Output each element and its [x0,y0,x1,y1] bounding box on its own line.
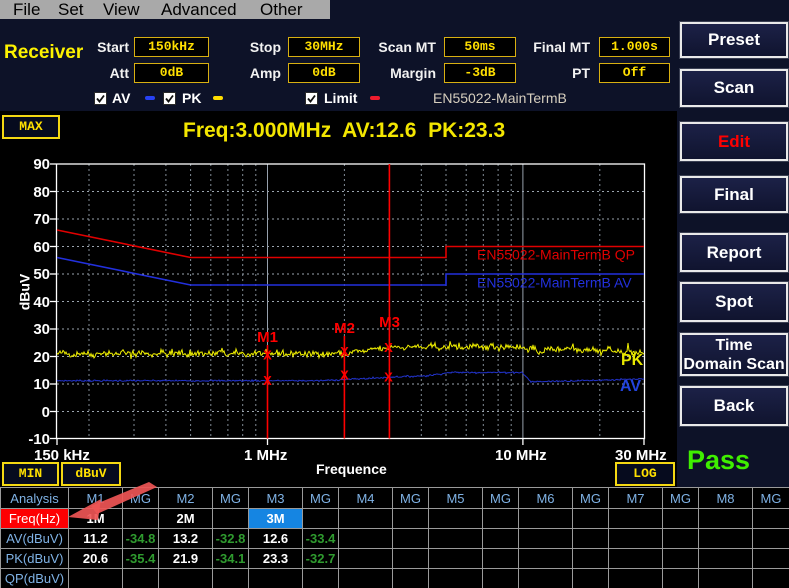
svg-text:X: X [340,368,349,383]
svg-text:EN55022-MainTermB QP: EN55022-MainTermB QP [477,247,635,263]
svg-text:X: X [263,373,272,388]
svg-text:X: X [340,344,349,359]
svg-text:M2: M2 [334,320,355,337]
svg-text:AV: AV [620,378,641,395]
svg-text:X: X [263,347,272,362]
svg-text:X: X [384,369,393,384]
svg-text:PK: PK [621,352,644,369]
svg-text:X: X [384,340,393,355]
svg-text:EN55022-MainTermB AV: EN55022-MainTermB AV [477,275,632,291]
svg-text:M3: M3 [379,314,400,331]
svg-text:M1: M1 [257,329,278,346]
